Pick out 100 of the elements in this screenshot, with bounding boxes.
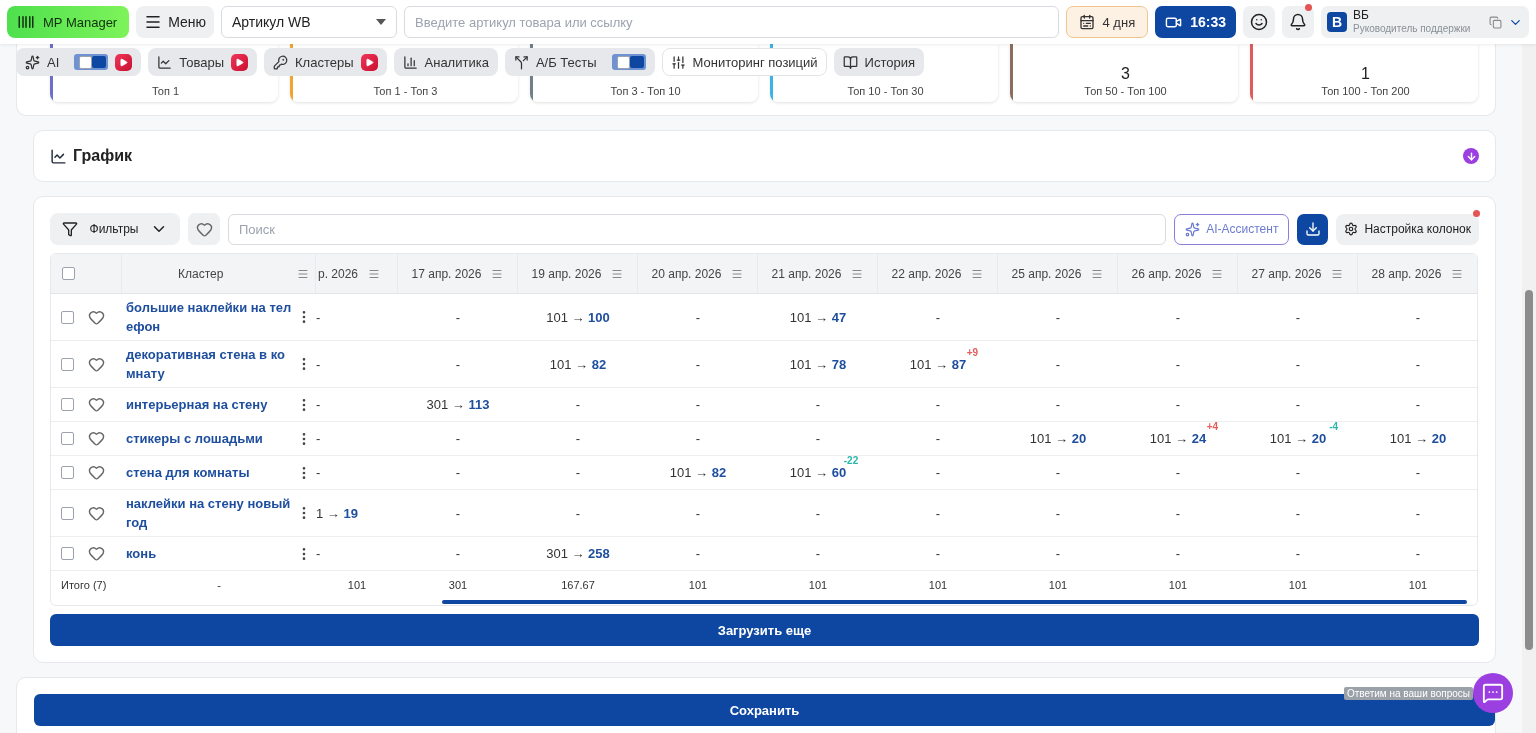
emoji-button[interactable]	[1243, 6, 1275, 38]
table-cell: -	[455, 309, 461, 325]
column-settings-button[interactable]: Настройка колонок	[1336, 213, 1479, 245]
checkbox[interactable]	[61, 357, 74, 371]
checkbox[interactable]	[61, 310, 74, 324]
table-cell: -	[935, 431, 941, 446]
toggle-switch[interactable]	[74, 54, 109, 70]
table-cell: -	[455, 465, 461, 480]
menu-icon	[144, 13, 163, 31]
table-cell: -	[1055, 309, 1061, 325]
menu-button[interactable]: Меню	[136, 6, 215, 38]
days-button[interactable]: 4 дня	[1065, 6, 1149, 38]
heart-icon[interactable]	[88, 545, 105, 562]
column-menu-icon[interactable]	[611, 267, 624, 280]
table-cell: -	[1415, 309, 1421, 325]
avatar: В	[1327, 12, 1347, 32]
cluster-link[interactable]: наклейки на стену новый год	[126, 494, 292, 532]
table-cell: -	[935, 397, 941, 412]
table-cell: -	[695, 356, 701, 372]
ai-assistant-button[interactable]: AI-Ассистент	[1174, 213, 1290, 245]
table-cell: 101 → 60	[789, 465, 847, 480]
table-cell: -	[695, 397, 701, 412]
column-header: 26 апр. 2026	[1131, 266, 1202, 281]
cluster-link[interactable]: большие наклейки на телефон	[126, 298, 292, 336]
article-select[interactable]: Артикул WB	[221, 6, 398, 38]
tab[interactable]: Аналитика	[393, 48, 498, 76]
column-menu-icon[interactable]	[1331, 267, 1344, 280]
expand-icon[interactable]	[1463, 148, 1479, 164]
heart-icon[interactable]	[88, 396, 105, 413]
column-menu-icon[interactable]	[971, 267, 984, 280]
column-header: 27 апр. 2026	[1251, 266, 1322, 281]
bell-button[interactable]	[1282, 6, 1314, 38]
heart-icon[interactable]	[88, 430, 105, 447]
toggle-switch[interactable]	[611, 54, 646, 70]
column-menu-icon[interactable]	[297, 267, 309, 280]
search-field[interactable]: Поиск	[228, 213, 1167, 245]
column-menu-icon[interactable]	[368, 267, 381, 280]
cluster-link[interactable]: стикеры с лошадьми	[126, 429, 292, 448]
cluster-link[interactable]: декоративная стена в комнату	[126, 345, 292, 383]
total-value: 167.67	[560, 579, 596, 591]
chart-panel[interactable]: График	[33, 130, 1496, 182]
tab[interactable]: История	[833, 48, 924, 76]
search-field[interactable]: Введите артикул товара или ссылку	[404, 6, 1059, 38]
favorites-button[interactable]	[188, 213, 220, 245]
logo-button[interactable]: MP Manager	[7, 6, 130, 38]
table-cell: -	[1175, 505, 1181, 521]
delta-value: -4	[1329, 422, 1339, 432]
checkbox[interactable]	[61, 547, 74, 560]
table-cell: 1 → 19	[316, 505, 358, 521]
column-menu-icon[interactable]	[1211, 267, 1224, 280]
column-menu-icon[interactable]	[491, 267, 504, 280]
table-cell: -	[316, 546, 321, 561]
column-menu-icon[interactable]	[851, 267, 864, 280]
checkbox[interactable]	[61, 432, 74, 445]
table-cell: -	[1175, 309, 1181, 325]
tab[interactable]: Мониторинг позиций	[661, 48, 827, 76]
total-value: -	[216, 579, 222, 591]
vertical-scrollbar[interactable]	[1522, 44, 1536, 733]
tab[interactable]: Кластеры	[264, 48, 387, 76]
checkbox[interactable]	[62, 267, 75, 280]
download-icon	[1304, 221, 1321, 237]
column-menu-icon[interactable]	[1451, 267, 1464, 280]
tab[interactable]: А/Б Тесты	[504, 48, 655, 76]
load-more-button[interactable]: Загрузить еще	[50, 614, 1479, 646]
table-cell: 101 → 20	[1389, 431, 1447, 446]
table-cell: -	[1295, 356, 1301, 372]
heart-icon	[195, 220, 213, 238]
table-cell: -	[815, 431, 821, 446]
cluster-link[interactable]: интерьерная на стену	[126, 395, 292, 414]
tab[interactable]: AI	[16, 48, 142, 76]
checkbox[interactable]	[61, 466, 74, 479]
barcode-icon	[17, 13, 35, 31]
download-button[interactable]	[1297, 213, 1329, 245]
chat-button[interactable]	[1473, 673, 1513, 713]
heart-icon[interactable]	[88, 308, 105, 326]
table-cell: -	[575, 431, 581, 446]
heart-icon[interactable]	[88, 464, 105, 481]
filter-icon	[62, 221, 78, 237]
table-cell: -	[1295, 505, 1301, 521]
column-menu-icon[interactable]	[1091, 267, 1104, 280]
time-button[interactable]: 16:33	[1155, 6, 1236, 38]
tab[interactable]: Товары	[148, 48, 258, 76]
bar-chart-icon	[402, 54, 418, 70]
cluster-link[interactable]: конь	[126, 544, 292, 563]
column-menu-icon[interactable]	[731, 267, 744, 280]
table-cell: 101 → 78	[789, 356, 847, 372]
cluster-link[interactable]: стена для комнаты	[126, 463, 292, 482]
table-cell: -	[316, 309, 321, 325]
heart-icon[interactable]	[88, 504, 105, 522]
heart-icon[interactable]	[88, 355, 105, 373]
checkbox[interactable]	[61, 398, 74, 411]
column-header: 22 апр. 2026	[891, 266, 962, 281]
stat-label: Топ 3 - Топ 10	[610, 85, 681, 97]
filters-button[interactable]: Фильтры	[50, 213, 180, 245]
calendar-icon	[1078, 14, 1095, 30]
sliders-icon	[670, 54, 686, 70]
copy-icon[interactable]	[1489, 15, 1502, 29]
checkbox[interactable]	[61, 506, 74, 520]
stat-label: Топ 100 - Топ 200	[1321, 85, 1410, 97]
delta-value: +9	[966, 347, 979, 358]
